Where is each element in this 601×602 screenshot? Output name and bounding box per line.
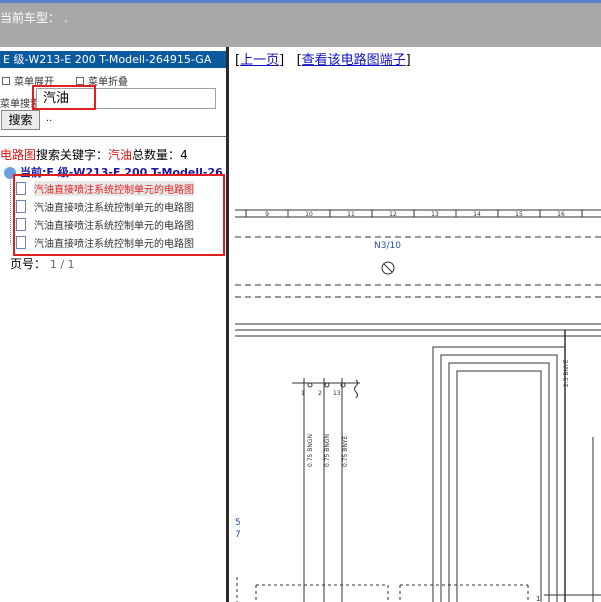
ruler-label: 15	[515, 211, 523, 218]
search-extra: ..	[46, 113, 53, 124]
expand-icon	[2, 76, 10, 85]
pin-label: 2	[318, 390, 322, 397]
left-pane: E 级-W213-E 200 T-Modell-264915-GA 菜单展开 菜…	[0, 47, 229, 602]
ruler-label: 12	[389, 211, 397, 218]
pagination: 页号： 1 / 1	[10, 255, 75, 272]
search-button[interactable]: 搜索	[1, 110, 40, 130]
wire-label: 0.75 BNYE	[342, 435, 349, 467]
results-count-label: 总数量：	[132, 148, 181, 162]
pagination-value: 1 / 1	[49, 258, 75, 271]
ruler-label: 13	[431, 211, 439, 218]
pagination-label: 页号：	[10, 257, 47, 271]
side-mark: 5	[235, 518, 241, 528]
highlight-box-search	[32, 85, 96, 110]
car-model-value: .	[63, 11, 68, 25]
collapse-icon	[76, 76, 84, 85]
pin-label: 1	[301, 390, 305, 397]
ruler-label: 9	[265, 211, 269, 218]
pin-label: 13	[333, 390, 341, 397]
ruler-label: 11	[347, 211, 355, 218]
vehicle-title: E 级-W213-E 200 T-Modell-264915-GA	[0, 51, 226, 68]
car-model-label: 当前车型：	[0, 11, 61, 25]
wire-label: 0.75 BNGN	[307, 434, 314, 467]
top-bar: 当前车型： .	[0, 0, 601, 47]
results-count: 4	[180, 148, 188, 162]
results-category[interactable]: 电路图	[0, 148, 36, 162]
ruler-label: 14	[473, 211, 481, 218]
ruler-label: 16	[557, 211, 565, 218]
component-label: N3/10	[374, 241, 401, 251]
results-header: 电路图搜索关键字：汽油总数量：4	[0, 146, 188, 163]
wire-label: 0.75 BNGN	[324, 434, 331, 467]
wire-label: 2.5 BNYE	[563, 359, 570, 387]
results-keyword: 汽油	[108, 148, 133, 162]
pin-label: 1	[536, 595, 540, 602]
wiring-diagram: 9 10 11 12 13 14 15 16 N3/10 1 2 13 0.75…	[235, 209, 601, 602]
results-keyword-label: 搜索关键字：	[36, 148, 109, 162]
diagram-pane: [上一页] [查看该电路图端子] 9 10 11 12 13 14 15 16	[232, 47, 601, 602]
car-model-info: 当前车型： .	[0, 9, 68, 26]
ruler-label: 10	[305, 211, 313, 218]
divider	[0, 136, 226, 137]
highlight-box-results	[13, 174, 225, 256]
side-mark: 7	[235, 530, 241, 540]
